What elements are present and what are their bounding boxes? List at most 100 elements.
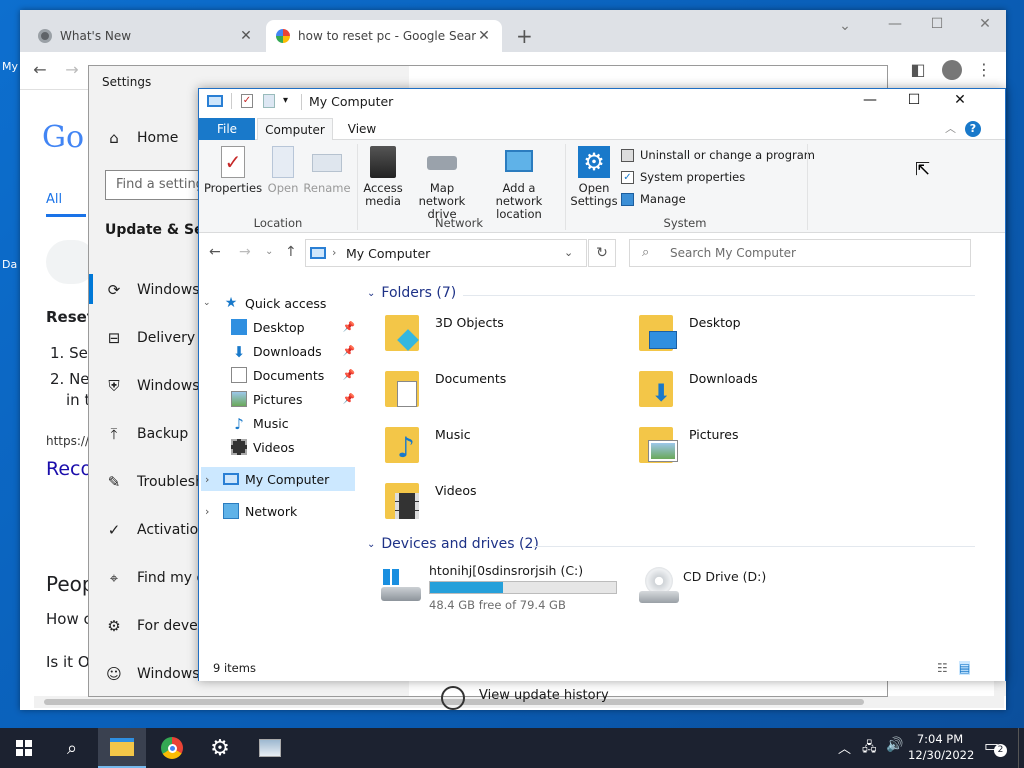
forward-icon[interactable]: →: [60, 58, 84, 82]
map-network-drive-button[interactable]: Map network drive: [407, 146, 477, 221]
drive-item-c[interactable]: htonihj[0sdinsrorjsih (C:) 48.4 GB free …: [379, 563, 629, 613]
open-settings-button[interactable]: ⚙ Open Settings: [569, 146, 619, 208]
app-taskbar-icon[interactable]: [246, 728, 294, 768]
forward-icon[interactable]: →: [239, 244, 251, 260]
show-hidden-icons[interactable]: ︿: [838, 738, 851, 757]
rename-button[interactable]: Rename: [303, 146, 351, 195]
nav-item-downloads[interactable]: ⬇ Downloads 📌: [231, 339, 355, 363]
new-tab-button[interactable]: +: [516, 24, 533, 48]
start-button[interactable]: [0, 728, 48, 768]
qat-dropdown-icon[interactable]: ▾: [283, 95, 288, 106]
search-icon[interactable]: ⌕: [48, 728, 96, 768]
tab-all[interactable]: All: [46, 192, 62, 207]
view-update-history-link[interactable]: View update history: [479, 688, 609, 703]
notifications-icon[interactable]: ▭ 2: [984, 736, 1007, 757]
maximize-button[interactable]: ☐: [922, 16, 952, 32]
program-icon: [621, 148, 634, 162]
folder-item-videos[interactable]: Videos: [383, 479, 477, 523]
folder-item-downloads[interactable]: ⬇ Downloads: [637, 367, 758, 411]
back-icon[interactable]: ←: [209, 244, 221, 260]
question-item[interactable]: Is it O: [46, 653, 90, 671]
google-logo[interactable]: Go: [42, 120, 84, 155]
tab-title: how to reset pc - Google Search: [298, 29, 476, 43]
folder-item-pictures[interactable]: Pictures: [637, 423, 739, 467]
close-icon[interactable]: ✕: [238, 28, 254, 44]
google-icon: [276, 29, 290, 43]
chrome-tab[interactable]: What's New ✕: [28, 20, 264, 52]
nav-quick-access[interactable]: ⌄ ★ Quick access: [203, 291, 326, 315]
uninstall-program-button[interactable]: Uninstall or change a program: [621, 148, 815, 162]
close-icon[interactable]: ✕: [476, 28, 492, 44]
add-network-location-button[interactable]: Add a network location: [479, 146, 559, 221]
manage-button[interactable]: Manage: [621, 192, 686, 206]
close-button[interactable]: ✕: [945, 92, 975, 108]
minimize-button[interactable]: —: [855, 92, 885, 108]
window-title: Settings: [102, 75, 152, 89]
result-url[interactable]: https://: [46, 434, 89, 448]
clock[interactable]: 7:04 PM 12/30/2022: [908, 731, 974, 763]
folder-item-desktop[interactable]: Desktop: [637, 311, 741, 355]
nav-item-videos[interactable]: Videos: [231, 435, 295, 459]
menu-icon[interactable]: ⋮: [972, 58, 996, 82]
pin-icon[interactable]: 📌: [343, 346, 355, 357]
ribbon-tab-view[interactable]: View: [337, 118, 387, 140]
volume-icon[interactable]: 🔊: [886, 737, 903, 753]
tab-search-icon[interactable]: ⌄: [830, 18, 860, 34]
refresh-button[interactable]: ↻: [588, 239, 616, 267]
network-status-icon[interactable]: 🖧: [862, 738, 877, 760]
recent-locations-icon[interactable]: ⌄: [265, 246, 273, 257]
folder-label: Videos: [435, 483, 477, 498]
ribbon-tab-file[interactable]: File: [199, 118, 255, 140]
insider-icon: ☺: [106, 665, 122, 683]
nav-item-network[interactable]: › Network: [205, 499, 297, 523]
system-properties-button[interactable]: ✓ System properties: [621, 170, 745, 184]
sidebar-icon[interactable]: ◧: [906, 58, 930, 82]
chrome-tab[interactable]: how to reset pc - Google Search ✕: [266, 20, 502, 52]
minimize-button[interactable]: —: [880, 16, 910, 32]
drive-item-d[interactable]: CD Drive (D:): [633, 563, 833, 613]
address-box[interactable]: › My Computer ⌄: [305, 239, 587, 267]
ribbon-tab-computer[interactable]: Computer: [257, 118, 333, 141]
search-input[interactable]: ⌕ Search My Computer: [629, 239, 971, 267]
desktop-icon-label[interactable]: Da: [2, 258, 17, 271]
mouse-cursor-icon: ⇱: [915, 159, 931, 180]
maximize-button[interactable]: ☐: [899, 92, 929, 108]
up-icon[interactable]: ↑: [285, 244, 297, 260]
pin-icon[interactable]: 📌: [343, 322, 355, 333]
folder-item-documents[interactable]: Documents: [383, 367, 506, 411]
help-icon[interactable]: ?: [965, 121, 981, 137]
pin-icon[interactable]: 📌: [343, 370, 355, 381]
nav-item-pictures[interactable]: Pictures 📌: [231, 387, 355, 411]
back-icon[interactable]: ←: [28, 58, 52, 82]
collapse-ribbon-icon[interactable]: ︿: [945, 120, 956, 136]
drives-group-header[interactable]: ⌄ Devices and drives (2): [367, 536, 539, 552]
search-icon: ⌕: [642, 245, 650, 260]
refresh-icon: ⟳: [107, 281, 121, 299]
properties-qat-icon[interactable]: ✓: [241, 94, 253, 108]
videos-folder-icon: [383, 479, 427, 523]
nav-item-my-computer[interactable]: › My Computer: [201, 467, 355, 491]
show-desktop-button[interactable]: [1018, 728, 1024, 768]
result-link[interactable]: Reco: [46, 458, 92, 480]
profile-avatar[interactable]: [942, 60, 962, 80]
details-view-icon[interactable]: ☷: [937, 661, 948, 675]
file-explorer-taskbar-icon[interactable]: [98, 728, 146, 768]
nav-item-music[interactable]: ♪ Music: [231, 411, 288, 435]
access-media-button[interactable]: Access media: [361, 146, 405, 208]
desktop-icon-label[interactable]: My: [2, 60, 18, 73]
close-button[interactable]: ✕: [970, 16, 1000, 32]
question-item[interactable]: How c: [46, 610, 92, 628]
open-button[interactable]: Open: [265, 146, 301, 195]
pin-icon[interactable]: 📌: [343, 394, 355, 405]
nav-item-documents[interactable]: Documents 📌: [231, 363, 355, 387]
settings-taskbar-icon[interactable]: ⚙: [196, 728, 244, 768]
new-folder-qat-icon[interactable]: [263, 94, 275, 108]
folder-item-3d-objects[interactable]: 3D Objects: [383, 311, 504, 355]
chrome-taskbar-icon[interactable]: [148, 728, 196, 768]
folders-group-header[interactable]: ⌄ Folders (7): [367, 285, 456, 301]
large-icons-view-icon[interactable]: ▤: [959, 661, 971, 675]
properties-button[interactable]: ✓ Properties: [204, 146, 262, 195]
chevron-down-icon[interactable]: ⌄: [564, 246, 573, 259]
folder-item-music[interactable]: ♪ Music: [383, 423, 471, 467]
nav-item-desktop[interactable]: Desktop 📌: [231, 315, 355, 339]
